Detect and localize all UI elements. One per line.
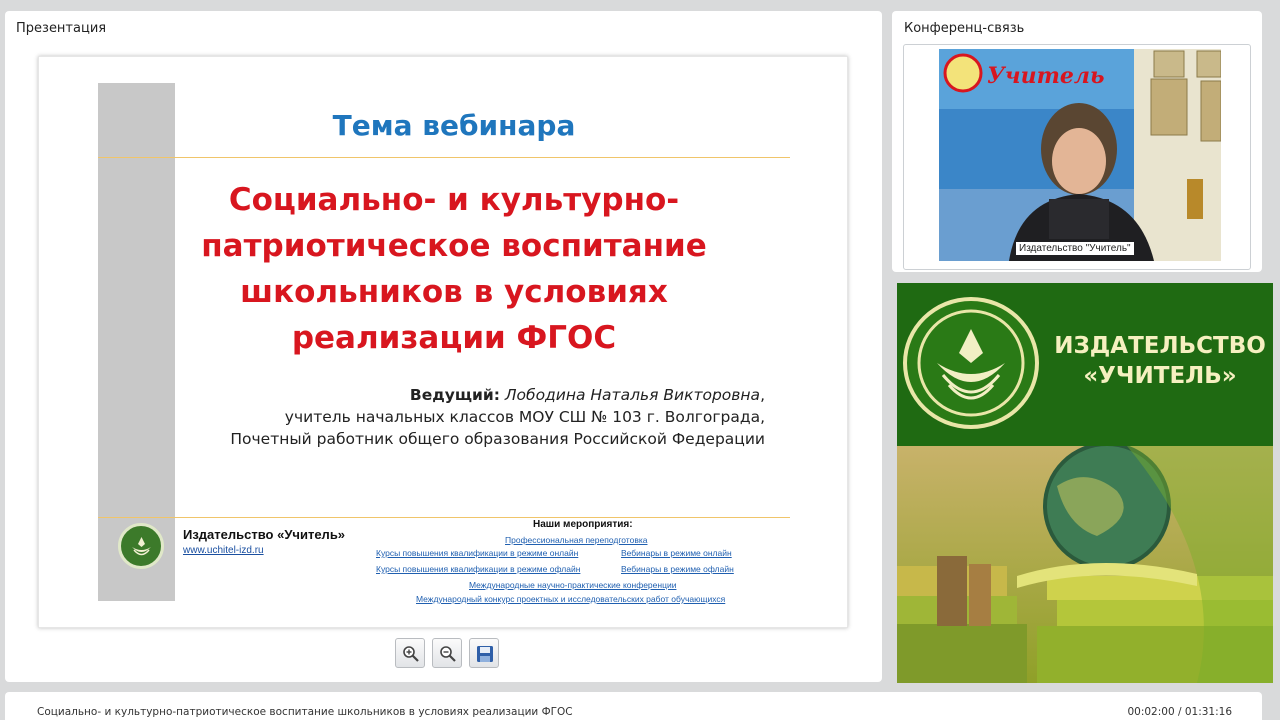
banner-header: ИЗДАТЕЛЬСТВО «УЧИТЕЛЬ»	[897, 283, 1273, 446]
presentation-panel-title: Презентация	[16, 21, 107, 36]
zoom-out-button[interactable]	[432, 638, 462, 668]
webcam-image: Учитель	[939, 49, 1221, 261]
event-link-retraining[interactable]: Профессиональная переподготовка	[505, 535, 647, 545]
conference-panel: Конференц-связь Учитель Издательство "Уч…	[892, 11, 1262, 272]
banner-title-line-2: «УЧИТЕЛЬ»	[1083, 363, 1237, 389]
slide-site-link[interactable]: www.uchitel-izd.ru	[183, 545, 264, 556]
presenter-label: Ведущий:	[409, 386, 500, 404]
event-link-courses-online[interactable]: Курсы повышения квалификации в режиме он…	[376, 548, 578, 558]
presenter-line-3: Почетный работник общего образования Рос…	[230, 430, 765, 448]
event-link-contest[interactable]: Международный конкурс проектных и исслед…	[416, 594, 725, 604]
event-link-webinars-offline[interactable]: Вебинары в режиме офлайн	[621, 564, 734, 574]
video-frame: Учитель Издательство "Учитель"	[903, 44, 1251, 270]
presentation-slide: Тема вебинара Социально- и культурно-пат…	[38, 56, 848, 628]
event-link-conferences[interactable]: Международные научно-практические конфер…	[469, 580, 676, 590]
presenter-video[interactable]: Учитель Издательство "Учитель"	[939, 49, 1221, 261]
save-icon	[477, 646, 493, 662]
slide-publisher-name: Издательство «Учитель»	[183, 527, 346, 542]
event-link-courses-offline[interactable]: Курсы повышения квалификации в режиме оф…	[376, 564, 580, 574]
zoom-in-button[interactable]	[395, 638, 425, 668]
slide-events-heading: Наши мероприятия:	[533, 519, 633, 530]
zoom-in-icon	[403, 646, 419, 662]
video-participant-label: Издательство "Учитель"	[1016, 242, 1134, 255]
publisher-logo-icon	[118, 523, 164, 569]
banner-logo-icon	[903, 297, 1039, 429]
banner-image	[897, 442, 1273, 683]
playback-time: 00:02:00 / 01:31:16	[1127, 706, 1232, 718]
banner-title: ИЗДАТЕЛЬСТВО «УЧИТЕЛЬ»	[1047, 331, 1273, 391]
slide-divider-bottom	[98, 517, 790, 518]
zoom-out-icon	[440, 646, 456, 662]
publisher-banner[interactable]: ИЗДАТЕЛЬСТВО «УЧИТЕЛЬ»	[897, 283, 1273, 683]
presenter-line-1: Ведущий: Лободина Наталья Викторовна,	[205, 384, 765, 406]
presenter-name-suffix: ,	[760, 386, 765, 404]
conference-panel-title: Конференц-связь	[904, 21, 1025, 36]
presentation-panel: Презентация Тема вебинара Социально- и к…	[5, 11, 882, 682]
slide-heading: Тема вебинара	[332, 109, 576, 142]
presenter-line-2: учитель начальных классов МОУ СШ № 103 г…	[284, 408, 765, 426]
event-link-webinars-online[interactable]: Вебинары в режиме онлайн	[621, 548, 732, 558]
slide-presenter-info: Ведущий: Лободина Наталья Викторовна, уч…	[205, 384, 765, 450]
save-button[interactable]	[469, 638, 499, 668]
books-globe-image	[897, 442, 1273, 683]
status-bar: Социально- и культурно-патриотическое во…	[5, 692, 1262, 720]
slide-main-title: Социально- и культурно-патриотическое во…	[201, 182, 707, 356]
slide-divider-top	[98, 157, 790, 158]
backdrop-text: Учитель	[987, 63, 1104, 89]
webinar-title: Социально- и культурно-патриотическое во…	[37, 706, 573, 718]
banner-title-line-1: ИЗДАТЕЛЬСТВО	[1054, 333, 1266, 359]
presenter-name: Лободина Наталья Викторовна	[504, 386, 761, 404]
